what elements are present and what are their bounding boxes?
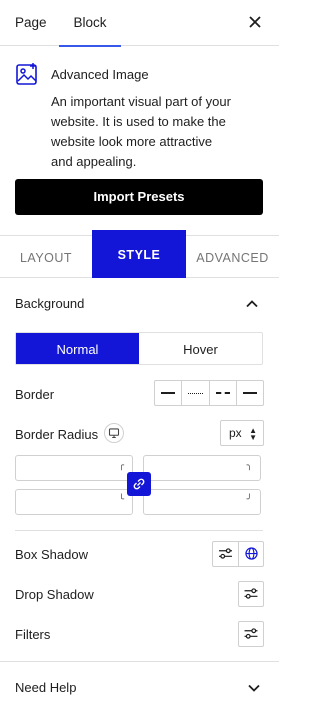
- border-dotted-option[interactable]: [181, 381, 208, 405]
- filters-label: Filters: [15, 627, 51, 642]
- box-shadow-label: Box Shadow: [15, 547, 88, 562]
- border-label: Border: [15, 387, 55, 402]
- divider: [0, 661, 279, 662]
- sliders-icon: [244, 628, 258, 639]
- link-values-button[interactable]: [127, 472, 151, 496]
- border-double-option[interactable]: [235, 381, 263, 405]
- box-shadow-global-button[interactable]: [238, 542, 264, 566]
- inspector-tabs: Page Block: [0, 0, 279, 47]
- border-solid-option[interactable]: [155, 381, 181, 405]
- need-help-label[interactable]: Need Help: [15, 680, 76, 695]
- globe-icon: [245, 547, 258, 560]
- image-icon: [16, 63, 37, 85]
- drop-shadow-label: Drop Shadow: [15, 587, 94, 602]
- corner-top-left-icon: ╭: [118, 460, 124, 470]
- hover-state-button[interactable]: Hover: [139, 333, 262, 364]
- tab-block[interactable]: Block: [59, 0, 121, 47]
- sliders-icon: [219, 548, 232, 559]
- dashed-line-icon: [215, 392, 230, 394]
- background-state-toggle: Normal Hover: [15, 332, 263, 365]
- sliders-icon: [244, 588, 258, 599]
- filters-settings-button[interactable]: [238, 621, 264, 647]
- desktop-responsive-icon[interactable]: [104, 423, 124, 443]
- close-icon[interactable]: [246, 13, 264, 31]
- radius-top-left-input[interactable]: ╭: [15, 455, 133, 481]
- import-presets-button[interactable]: Import Presets: [15, 179, 263, 215]
- corner-bottom-right-icon: ╯: [246, 494, 252, 504]
- radius-bottom-left-input[interactable]: ╰: [15, 489, 133, 515]
- corner-bottom-left-icon: ╰: [118, 494, 124, 504]
- style-tabs: LAYOUT STYLE ADVANCED: [0, 230, 279, 278]
- border-dashed-option[interactable]: [208, 381, 236, 405]
- corner-top-right-icon: ╮: [246, 460, 252, 470]
- box-shadow-settings-button[interactable]: [213, 542, 238, 566]
- tab-layout[interactable]: LAYOUT: [0, 236, 92, 278]
- normal-state-button[interactable]: Normal: [16, 333, 139, 364]
- chevron-up-icon[interactable]: [245, 297, 259, 311]
- tab-advanced[interactable]: ADVANCED: [186, 236, 279, 278]
- border-radius-label: Border Radius: [15, 427, 99, 442]
- unit-select[interactable]: px ▲ ▼: [220, 420, 264, 446]
- box-shadow-controls: [212, 541, 264, 567]
- solid-line-icon: [161, 392, 176, 394]
- tab-page[interactable]: Page: [15, 0, 47, 46]
- background-label: Background: [15, 296, 85, 311]
- dotted-line-icon: [188, 393, 203, 394]
- background-section-header[interactable]: Background: [15, 296, 263, 312]
- sort-arrows-icon: ▲ ▼: [249, 426, 257, 442]
- radius-top-right-input[interactable]: ╮: [143, 455, 261, 481]
- divider: [15, 530, 263, 531]
- tab-style[interactable]: STYLE: [92, 230, 186, 278]
- link-icon: [133, 478, 145, 490]
- border-style-selector: [154, 380, 264, 406]
- block-description: An important visual part of your website…: [51, 94, 231, 169]
- radius-bottom-right-input[interactable]: ╯: [143, 489, 261, 515]
- block-title: Advanced Image: [51, 67, 149, 82]
- chevron-down-icon[interactable]: [247, 681, 261, 695]
- unit-value: px: [229, 426, 242, 440]
- drop-shadow-settings-button[interactable]: [238, 581, 264, 607]
- line-icon: [242, 392, 257, 394]
